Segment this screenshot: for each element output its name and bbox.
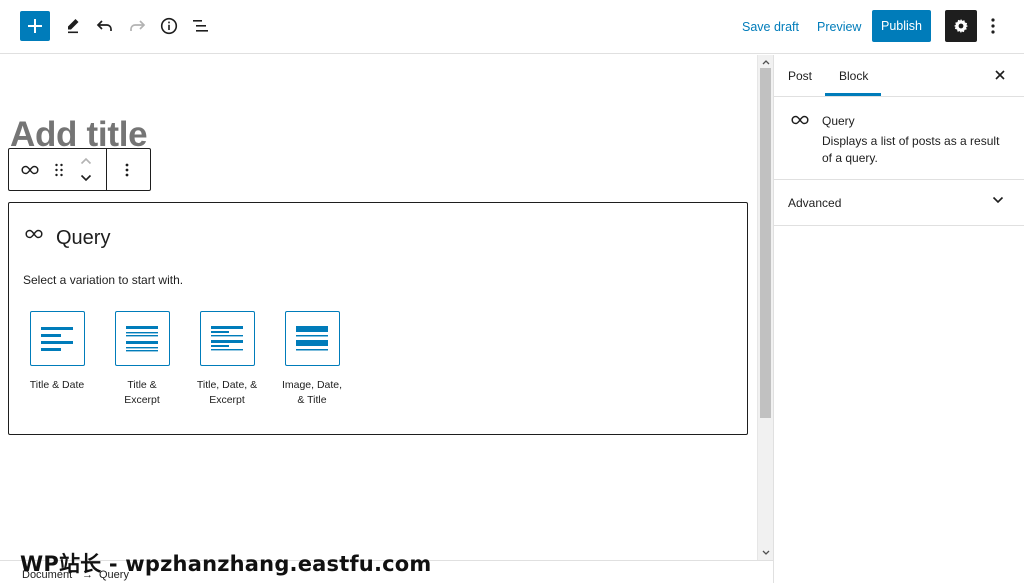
block-options-button[interactable] (117, 160, 137, 180)
add-block-button[interactable] (20, 11, 50, 41)
variation-label: Title, Date, & Excerpt (196, 379, 258, 406)
plus-icon (28, 19, 42, 33)
details-button[interactable] (154, 11, 184, 41)
info-icon (160, 17, 178, 35)
tab-post[interactable]: Post (788, 69, 812, 83)
more-menu-button[interactable] (982, 11, 1004, 41)
variation-image-date-title[interactable]: Image, Date, & Title (280, 311, 344, 408)
query-block-placeholder[interactable]: Query Select a variation to start with. … (8, 202, 748, 435)
publish-button[interactable]: Publish (872, 10, 931, 42)
block-toolbar (8, 148, 151, 191)
variation-icon-title-excerpt (114, 311, 170, 366)
close-sidebar-button[interactable] (992, 67, 1008, 83)
watermark-text: WP站长 - wpzhanzhang.eastfu.com (20, 552, 432, 576)
block-type-button[interactable] (19, 160, 41, 180)
loop-icon (791, 115, 809, 125)
chevron-down-icon (80, 174, 92, 182)
loop-icon (25, 229, 43, 239)
save-draft-button[interactable]: Save draft (742, 20, 799, 34)
redo-icon (130, 20, 146, 31)
settings-button[interactable] (945, 10, 977, 42)
drag-handle-icon (55, 163, 63, 177)
more-vertical-icon (125, 163, 129, 177)
variation-title-date[interactable]: Title & Date (25, 311, 89, 393)
variation-label: Title & Date (29, 379, 85, 391)
block-card-description: Displays a list of posts as a result of … (822, 134, 1000, 165)
scroll-thumb[interactable] (760, 68, 771, 418)
undo-button[interactable] (90, 11, 120, 41)
close-icon (995, 70, 1005, 80)
block-card-title: Query (822, 114, 855, 128)
block-card: Query Displays a list of posts as a resu… (774, 97, 1024, 180)
chevron-down-icon (992, 196, 1004, 204)
advanced-panel-toggle[interactable]: Advanced (774, 180, 1024, 226)
more-vertical-icon (991, 18, 995, 34)
sidebar-tabs: Post Block (774, 55, 1024, 97)
variation-icon-title-date-excerpt (199, 311, 255, 366)
variation-title-date-excerpt[interactable]: Title, Date, & Excerpt (195, 311, 259, 408)
variation-title-excerpt[interactable]: Title & Excerpt (110, 311, 174, 408)
variation-icon-title-date (29, 311, 85, 366)
editor-header: Save draft Preview Publish (0, 0, 1024, 54)
redo-button[interactable] (122, 11, 152, 41)
tools-button[interactable] (58, 11, 88, 41)
toolbar-divider (106, 149, 107, 190)
active-tab-indicator (825, 93, 881, 96)
editor-canvas: Add title Query Select a variation to st… (0, 55, 757, 560)
chevron-up-icon (80, 157, 92, 165)
editor-scrollbar[interactable] (757, 55, 773, 560)
settings-sidebar: Post Block Query Displays a list of post… (773, 55, 1024, 583)
scroll-up-arrow[interactable] (761, 57, 771, 67)
move-up-button[interactable] (77, 153, 95, 169)
advanced-panel-label: Advanced (788, 196, 842, 210)
preview-button[interactable]: Preview (817, 20, 861, 34)
gear-icon (954, 19, 968, 33)
query-block-title: Query (56, 227, 111, 249)
variation-label: Title & Excerpt (124, 379, 160, 406)
drag-handle[interactable] (51, 160, 67, 180)
list-view-icon (193, 20, 208, 32)
query-block-instructions: Select a variation to start with. (23, 273, 184, 287)
undo-icon (96, 20, 112, 31)
variation-label: Image, Date, & Title (281, 379, 343, 406)
move-down-button[interactable] (77, 170, 95, 186)
scroll-down-arrow[interactable] (761, 547, 771, 557)
pencil-icon (68, 19, 79, 34)
tab-block[interactable]: Block (839, 69, 868, 83)
variation-icon-image-date-title (284, 311, 340, 366)
outline-button[interactable] (186, 11, 216, 41)
loop-icon (21, 165, 39, 175)
